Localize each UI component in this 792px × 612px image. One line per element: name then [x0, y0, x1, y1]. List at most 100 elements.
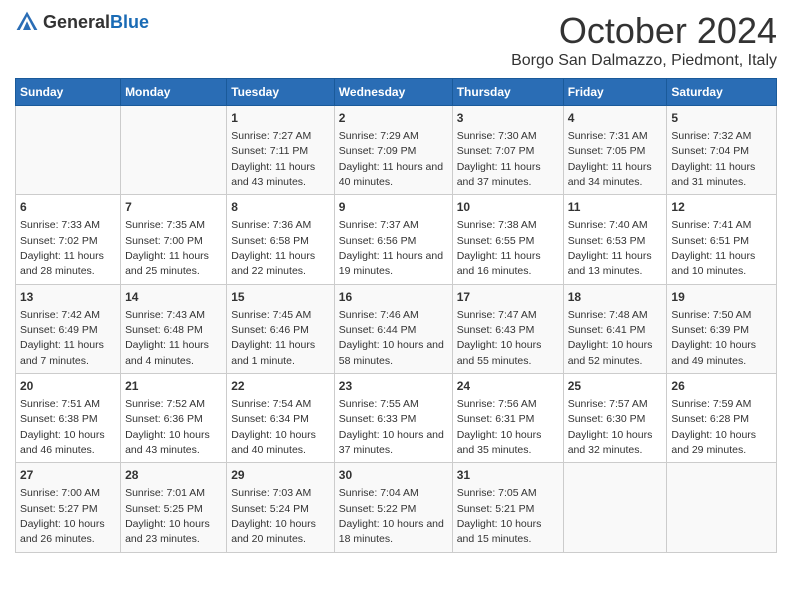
day-number: 26: [671, 378, 772, 395]
calendar-cell: 24Sunrise: 7:56 AMSunset: 6:31 PMDayligh…: [452, 374, 563, 463]
calendar-cell: 14Sunrise: 7:43 AMSunset: 6:48 PMDayligh…: [121, 284, 227, 373]
day-number: 21: [125, 378, 222, 395]
calendar-cell: 11 Sunrise: 7:40 AMSunset: 6:53 PMDayligh…: [563, 195, 667, 284]
day-number: 18: [568, 289, 663, 306]
calendar-header: SundayMondayTuesdayWednesdayThursdayFrid…: [16, 79, 777, 106]
weekday-header: Tuesday: [227, 79, 335, 106]
day-info: Sunrise: 7:01 AMSunset: 5:25 PMDaylight:…: [125, 487, 210, 545]
day-info: Sunrise: 7:45 AMSunset: 6:46 PMDaylight:…: [231, 309, 315, 367]
day-number: 6: [20, 199, 116, 216]
calendar-week-row: 20Sunrise: 7:51 AMSunset: 6:38 PMDayligh…: [16, 374, 777, 463]
calendar-body: 1 Sunrise: 7:27 AMSunset: 7:11 PMDaylight…: [16, 106, 777, 553]
day-number: 11: [568, 199, 663, 216]
day-number: 31: [457, 467, 559, 484]
day-number: 1: [231, 110, 330, 127]
day-info: Sunrise: 7:54 AMSunset: 6:34 PMDaylight:…: [231, 398, 316, 456]
calendar-cell: 15 Sunrise: 7:45 AMSunset: 6:46 PMDayligh…: [227, 284, 335, 373]
calendar-week-row: 27Sunrise: 7:00 AMSunset: 5:27 PMDayligh…: [16, 463, 777, 552]
day-info: Sunrise: 7:40 AMSunset: 6:53 PMDaylight:…: [568, 219, 652, 277]
day-info: Sunrise: 7:43 AMSunset: 6:48 PMDaylight:…: [125, 309, 209, 367]
day-number: 2: [339, 110, 448, 127]
day-info: Sunrise: 7:31 AMSunset: 7:05 PMDaylight:…: [568, 130, 652, 188]
calendar-cell: 5Sunrise: 7:32 AMSunset: 7:04 PMDaylight…: [667, 106, 777, 195]
calendar-cell: 3 Sunrise: 7:30 AMSunset: 7:07 PMDaylight…: [452, 106, 563, 195]
day-info: Sunrise: 7:33 AMSunset: 7:02 PMDaylight:…: [20, 219, 104, 277]
logo-icon: [15, 10, 39, 34]
day-info: Sunrise: 7:46 AMSunset: 6:44 PMDaylight:…: [339, 309, 444, 367]
day-info: Sunrise: 7:30 AMSunset: 7:07 PMDaylight:…: [457, 130, 541, 188]
day-number: 10: [457, 199, 559, 216]
calendar-cell: 17 Sunrise: 7:47 AMSunset: 6:43 PMDayligh…: [452, 284, 563, 373]
logo-text-blue: Blue: [110, 12, 149, 32]
calendar-cell: [16, 106, 121, 195]
day-info: Sunrise: 7:47 AMSunset: 6:43 PMDaylight:…: [457, 309, 542, 367]
day-number: 19: [671, 289, 772, 306]
day-number: 13: [20, 289, 116, 306]
calendar-cell: 6 Sunrise: 7:33 AMSunset: 7:02 PMDaylight…: [16, 195, 121, 284]
day-info: Sunrise: 7:52 AMSunset: 6:36 PMDaylight:…: [125, 398, 210, 456]
calendar-cell: 10 Sunrise: 7:38 AMSunset: 6:55 PMDayligh…: [452, 195, 563, 284]
weekday-header: Wednesday: [334, 79, 452, 106]
calendar-week-row: 6 Sunrise: 7:33 AMSunset: 7:02 PMDaylight…: [16, 195, 777, 284]
logo-text-general: General: [43, 12, 110, 32]
day-number: 22: [231, 378, 330, 395]
calendar-week-row: 1 Sunrise: 7:27 AMSunset: 7:11 PMDaylight…: [16, 106, 777, 195]
day-info: Sunrise: 7:38 AMSunset: 6:55 PMDaylight:…: [457, 219, 541, 277]
day-info: Sunrise: 7:05 AMSunset: 5:21 PMDaylight:…: [457, 487, 542, 545]
calendar-cell: 27Sunrise: 7:00 AMSunset: 5:27 PMDayligh…: [16, 463, 121, 552]
calendar-cell: 16 Sunrise: 7:46 AMSunset: 6:44 PMDayligh…: [334, 284, 452, 373]
day-info: Sunrise: 7:04 AMSunset: 5:22 PMDaylight:…: [339, 487, 444, 545]
day-number: 30: [339, 467, 448, 484]
day-info: Sunrise: 7:03 AMSunset: 5:24 PMDaylight:…: [231, 487, 316, 545]
day-number: 12: [671, 199, 772, 216]
day-info: Sunrise: 7:42 AMSunset: 6:49 PMDaylight:…: [20, 309, 104, 367]
day-info: Sunrise: 7:55 AMSunset: 6:33 PMDaylight:…: [339, 398, 444, 456]
weekday-header: Sunday: [16, 79, 121, 106]
calendar-cell: 2 Sunrise: 7:29 AMSunset: 7:09 PMDaylight…: [334, 106, 452, 195]
day-number: 25: [568, 378, 663, 395]
calendar-cell: [121, 106, 227, 195]
calendar-cell: 26Sunrise: 7:59 AMSunset: 6:28 PMDayligh…: [667, 374, 777, 463]
calendar-cell: 12 Sunrise: 7:41 AMSunset: 6:51 PMDayligh…: [667, 195, 777, 284]
calendar-cell: [563, 463, 667, 552]
calendar-cell: 13 Sunrise: 7:42 AMSunset: 6:49 PMDayligh…: [16, 284, 121, 373]
weekday-header: Thursday: [452, 79, 563, 106]
day-number: 29: [231, 467, 330, 484]
calendar-cell: 4 Sunrise: 7:31 AMSunset: 7:05 PMDaylight…: [563, 106, 667, 195]
calendar-cell: [667, 463, 777, 552]
day-number: 9: [339, 199, 448, 216]
logo: GeneralBlue: [15, 10, 149, 34]
day-number: 17: [457, 289, 559, 306]
calendar-cell: 30 Sunrise: 7:04 AMSunset: 5:22 PMDayligh…: [334, 463, 452, 552]
day-number: 15: [231, 289, 330, 306]
day-number: 20: [20, 378, 116, 395]
calendar-cell: 31 Sunrise: 7:05 AMSunset: 5:21 PMDayligh…: [452, 463, 563, 552]
weekday-header: Monday: [121, 79, 227, 106]
day-info: Sunrise: 7:29 AMSunset: 7:09 PMDaylight:…: [339, 130, 443, 188]
page-header: GeneralBlue October 2024 Borgo San Dalma…: [15, 10, 777, 70]
weekday-header: Saturday: [667, 79, 777, 106]
month-title: October 2024: [511, 10, 777, 52]
day-info: Sunrise: 7:27 AMSunset: 7:11 PMDaylight:…: [231, 130, 315, 188]
calendar-cell: 18 Sunrise: 7:48 AMSunset: 6:41 PMDayligh…: [563, 284, 667, 373]
day-info: Sunrise: 7:41 AMSunset: 6:51 PMDaylight:…: [671, 219, 755, 277]
day-number: 23: [339, 378, 448, 395]
day-number: 27: [20, 467, 116, 484]
calendar-week-row: 13 Sunrise: 7:42 AMSunset: 6:49 PMDayligh…: [16, 284, 777, 373]
day-number: 28: [125, 467, 222, 484]
calendar-table: SundayMondayTuesdayWednesdayThursdayFrid…: [15, 78, 777, 553]
calendar-cell: 21 Sunrise: 7:52 AMSunset: 6:36 PMDayligh…: [121, 374, 227, 463]
day-info: Sunrise: 7:57 AMSunset: 6:30 PMDaylight:…: [568, 398, 653, 456]
day-number: 4: [568, 110, 663, 127]
calendar-cell: 25 Sunrise: 7:57 AMSunset: 6:30 PMDayligh…: [563, 374, 667, 463]
title-section: October 2024 Borgo San Dalmazzo, Piedmon…: [511, 10, 777, 70]
day-number: 3: [457, 110, 559, 127]
calendar-cell: 8Sunrise: 7:36 AMSunset: 6:58 PMDaylight…: [227, 195, 335, 284]
day-info: Sunrise: 7:48 AMSunset: 6:41 PMDaylight:…: [568, 309, 653, 367]
day-info: Sunrise: 7:50 AMSunset: 6:39 PMDaylight:…: [671, 309, 756, 367]
location: Borgo San Dalmazzo, Piedmont, Italy: [511, 52, 777, 70]
weekday-header: Friday: [563, 79, 667, 106]
day-number: 8: [231, 199, 330, 216]
day-info: Sunrise: 7:37 AMSunset: 6:56 PMDaylight:…: [339, 219, 443, 277]
day-number: 16: [339, 289, 448, 306]
